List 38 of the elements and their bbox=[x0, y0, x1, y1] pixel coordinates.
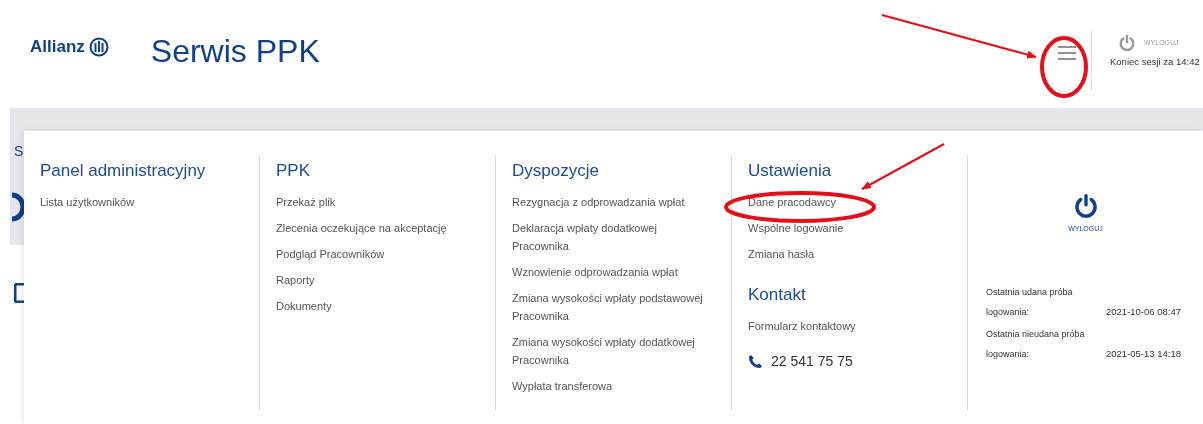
menu-icon bbox=[1057, 46, 1077, 60]
login-info-label: Ostatnia nieudana próba logowania: bbox=[986, 328, 1086, 361]
menu-link[interactable]: Zmiana wysokości wpłaty podstawowej Pracownika bbox=[512, 289, 715, 325]
menu-heading: Panel administracyjny bbox=[40, 161, 206, 181]
menu-link[interactable]: Podgląd Pracowników bbox=[276, 245, 385, 263]
power-icon bbox=[1072, 193, 1099, 219]
login-info-value: 2021-10-06 08:47 bbox=[1106, 305, 1181, 319]
menu-link[interactable]: Dane pracodawcy bbox=[748, 193, 837, 211]
menu-heading: PPK bbox=[276, 161, 311, 181]
login-info-label: Ostatnia udana próba logowania: bbox=[986, 286, 1074, 319]
menu-link[interactable]: Lista użytkowników bbox=[40, 193, 135, 211]
annotation-circle bbox=[1040, 36, 1088, 98]
menu-link[interactable]: Dokumenty bbox=[276, 297, 332, 315]
logo-icon bbox=[88, 37, 109, 57]
menu-link[interactable]: Zmiana wysokości wpłaty dodatkowej Pracownika bbox=[512, 333, 715, 369]
menu-link[interactable]: Przekaż plik bbox=[276, 193, 336, 211]
menu-link[interactable]: Zmiana hasła bbox=[748, 245, 815, 263]
phone-icon bbox=[748, 353, 763, 369]
menu-link[interactable]: Zlecenia oczekujące na akceptację bbox=[276, 219, 447, 237]
phone-number[interactable]: 22 541 75 75 bbox=[771, 353, 853, 369]
login-info-value: 2021-05-13 14:18 bbox=[1106, 347, 1181, 361]
menu-link[interactable]: Wznowienie odprowadzania wpłat bbox=[512, 263, 678, 281]
logo-text: Allianz bbox=[30, 37, 85, 57]
power-icon[interactable] bbox=[1118, 33, 1136, 52]
menu-heading: Dyspozycje bbox=[512, 161, 599, 181]
menu-link[interactable]: Formularz kontaktowy bbox=[748, 317, 856, 335]
background-text: S bbox=[14, 143, 24, 159]
menu-link[interactable]: Rezygnacja z odprowadzania wpłat bbox=[512, 193, 685, 211]
menu-heading: Ustawienia bbox=[748, 161, 832, 181]
background-letter-fragment bbox=[12, 192, 26, 222]
menu-link[interactable]: Raporty bbox=[276, 271, 315, 289]
menu-link[interactable]: Deklaracja wpłaty dodatkowej Pracownika bbox=[512, 219, 715, 255]
session-timer: Koniec sesji za 14:42 bbox=[1110, 55, 1201, 67]
page-title: Serwis PPK bbox=[150, 32, 320, 70]
menu-link[interactable]: Wypłata transferowa bbox=[512, 377, 613, 395]
background-letter-fragment bbox=[14, 283, 24, 303]
menu-link[interactable]: Wspólne logowanie bbox=[748, 219, 844, 237]
menu-heading: Kontakt bbox=[748, 285, 806, 305]
